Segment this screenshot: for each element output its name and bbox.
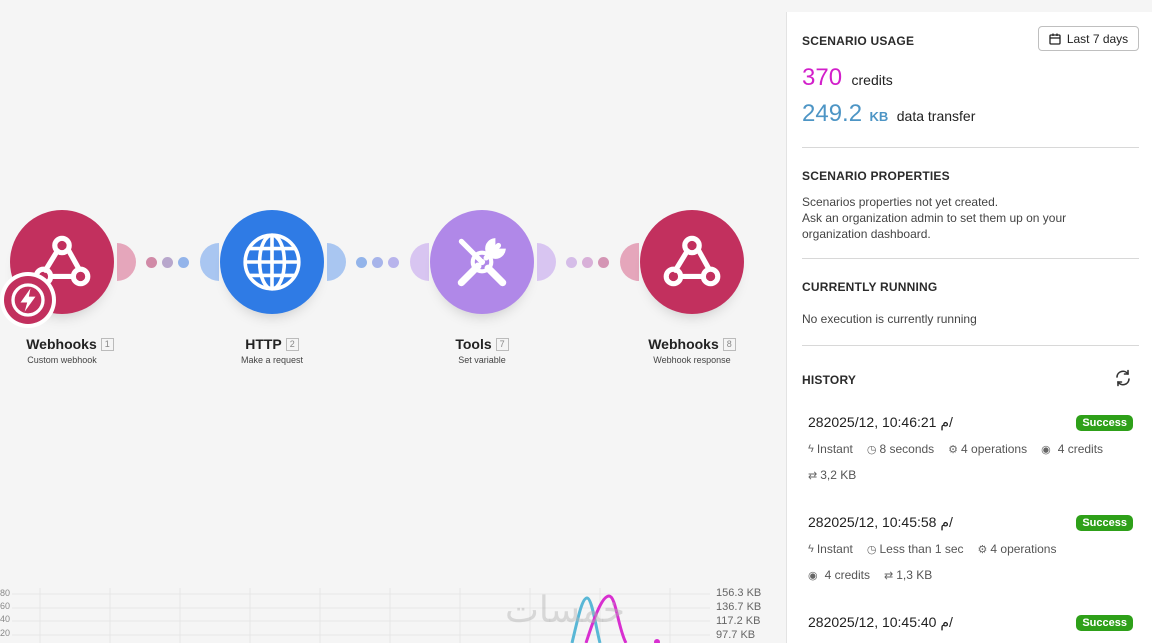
y-tick-left: 80: [0, 588, 11, 598]
history-transfer: 3,2 KB: [820, 468, 857, 482]
transfer-unit: KB: [869, 109, 889, 124]
module-8-handle-left[interactable]: [619, 243, 639, 281]
module-3-handle-right[interactable]: [537, 243, 557, 281]
lightning-icon: [11, 283, 45, 317]
divider: [802, 258, 1139, 259]
date-range-button[interactable]: Last 7 days: [1038, 26, 1139, 51]
connector-dot: [598, 257, 609, 268]
history-duration: Less than 1 sec: [879, 542, 964, 556]
module-webhooks-8[interactable]: [640, 210, 744, 314]
status-badge: Success: [1076, 615, 1133, 631]
module-2-subtitle: Make a request: [240, 355, 304, 365]
status-badge: Success: [1076, 515, 1133, 531]
date-range-label: Last 7 days: [1066, 31, 1129, 46]
module-tools-7[interactable]: [430, 210, 534, 314]
module-1-subtitle: Custom webhook: [27, 355, 97, 365]
running-message: No execution is currently running: [802, 312, 977, 326]
status-badge: Success: [1076, 415, 1133, 431]
connector-dot: [582, 257, 593, 268]
module-3-label: Tools 7: [417, 336, 547, 352]
clock-icon: ◷: [866, 443, 877, 456]
y-tick-right: 156.3 KB: [716, 587, 762, 599]
module-1-handle-right[interactable]: [117, 243, 137, 281]
history-trigger: Instant: [816, 542, 853, 556]
y-tick-right: 97.7 KB: [716, 629, 756, 641]
y-tick-left: 40: [0, 614, 11, 624]
module-3-handle-left[interactable]: [409, 243, 429, 281]
credits-icon: ◉: [808, 569, 818, 582]
connector-dot: [372, 257, 383, 268]
usage-chart-plot: [12, 588, 710, 643]
credits-usage: 370 credits: [802, 64, 1139, 92]
refresh-icon[interactable]: [1114, 369, 1132, 387]
connector-dot: [162, 257, 173, 268]
connector-dot: [388, 257, 399, 268]
module-1-label: Webhooks 1: [5, 336, 135, 352]
y-tick-left: 60: [0, 601, 11, 611]
connector-dot: [146, 257, 157, 268]
history-transfer: 1,3 KB: [896, 568, 933, 582]
transfer-value: 249.2: [802, 100, 863, 127]
usage-chart: 80 60 40 20 156.3 KB 136.7 KB 117.2 KB 9…: [0, 587, 786, 643]
history-section-title: HISTORY: [802, 373, 857, 387]
module-2-label: HTTP 2: [207, 336, 337, 352]
history-duration: 8 seconds: [879, 442, 935, 456]
history-operations: 4 operations: [961, 442, 1028, 456]
divider: [802, 345, 1139, 346]
calendar-icon: [1049, 33, 1061, 45]
running-section-title: CURRENTLY RUNNING: [802, 280, 938, 294]
properties-section-title: SCENARIO PROPERTIES: [802, 169, 950, 183]
gear-icon: ⚙: [977, 543, 988, 556]
lightning-icon: ϟ: [808, 543, 814, 555]
module-2-handle-left[interactable]: [199, 243, 219, 281]
gear-icon: ⚙: [948, 443, 959, 456]
y-tick-right: 136.7 KB: [716, 601, 762, 613]
module-4-label: Webhooks 8: [627, 336, 757, 352]
history-trigger: Instant: [816, 442, 853, 456]
watermark: خمسات: [505, 590, 626, 631]
scenario-canvas[interactable]: Webhooks 1 Custom webhook HTTP 2 Make a re…: [0, 0, 786, 643]
y-tick-right: 117.2 KB: [716, 615, 761, 627]
module-http-2[interactable]: [220, 210, 324, 314]
tools-icon: [457, 238, 507, 287]
module-4-subtitle: Webhook response: [653, 355, 731, 365]
module-2-handle-right[interactable]: [327, 243, 347, 281]
transfer-label: data transfer: [896, 108, 976, 124]
history-credits: 4 credits: [824, 568, 870, 582]
globe-icon: [243, 233, 301, 291]
history-item[interactable]: 28م 10:45:58 ,2025/12/ Success ϟ Instant…: [808, 514, 1138, 584]
history-item[interactable]: 28م 10:46:21 ,2025/12/ Success ϟ Instant…: [808, 414, 1138, 484]
history-operations: 4 operations: [990, 542, 1057, 556]
divider: [802, 147, 1139, 148]
connector-dot: [356, 257, 367, 268]
credits-icon: ◉: [1041, 443, 1051, 456]
connector-dot: [566, 257, 577, 268]
webhook-icon: [663, 235, 721, 287]
properties-message: Scenarios properties not yet created. As…: [802, 195, 1067, 241]
y-tick-left: 20: [0, 628, 11, 638]
credits-label: credits: [851, 72, 893, 88]
lightning-icon: ϟ: [808, 443, 814, 455]
connector-dot: [178, 257, 189, 268]
transfer-usage: 249.2 KB data transfer: [802, 100, 1139, 128]
credits-value: 370: [802, 64, 843, 91]
trigger-badge[interactable]: [0, 272, 56, 328]
history-credits: 4 credits: [1057, 442, 1104, 456]
history-item[interactable]: 28م 10:45:40 ,2025/12/ Success: [808, 614, 1138, 631]
transfer-icon: ⇄: [808, 469, 818, 482]
chart-point: [654, 639, 660, 643]
clock-icon: ◷: [866, 543, 877, 556]
module-3-subtitle: Set variable: [458, 355, 506, 365]
transfer-icon: ⇄: [883, 569, 894, 582]
scenario-side-panel: SCENARIO USAGE Last 7 days 370 credits 2…: [786, 12, 1152, 643]
